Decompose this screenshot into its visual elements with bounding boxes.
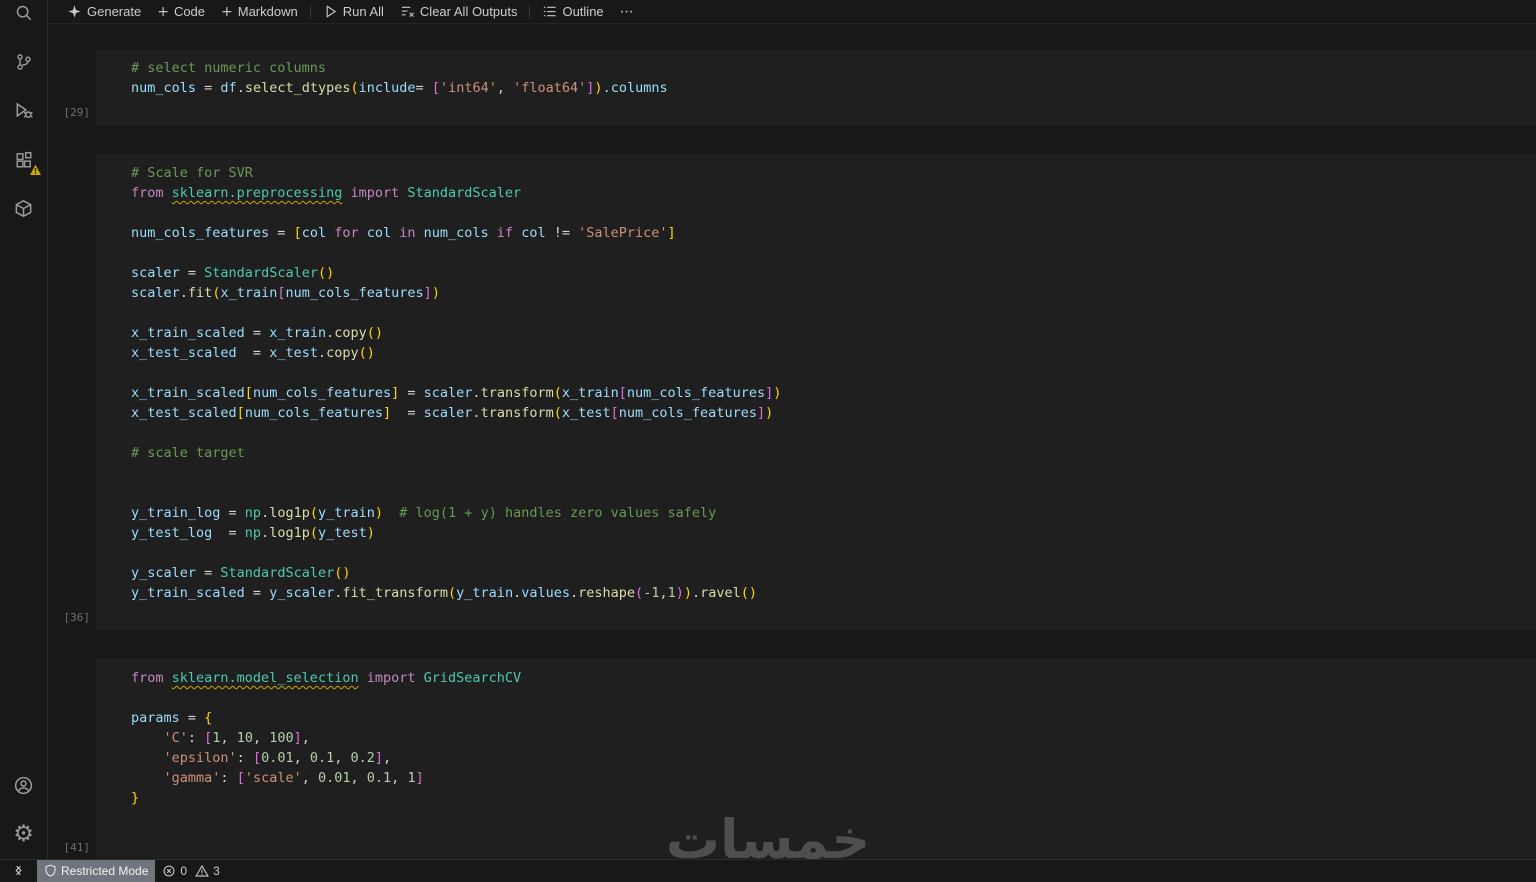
activity-bar: ⚙ [0, 0, 48, 859]
status-bar: Restricted Mode 0 3 [0, 859, 1536, 881]
sidebar-item-run-debug[interactable] [0, 86, 48, 135]
plus-icon: + [157, 5, 169, 19]
remote-icon [11, 863, 26, 878]
notebook-editor: [29] # select numeric columnsnum_cols = … [49, 25, 1536, 859]
execution-count: [41] [54, 841, 90, 854]
add-code-button[interactable]: + Code [149, 1, 213, 23]
run-debug-icon [14, 101, 33, 120]
restricted-mode-label: Restricted Mode [61, 864, 148, 878]
warnings-count: 3 [213, 864, 220, 878]
cell-code-editor[interactable]: from sklearn.model_selection import Grid… [131, 668, 1520, 808]
execution-count: [29] [54, 106, 90, 119]
plus-icon: + [221, 5, 233, 19]
remote-indicator[interactable] [4, 860, 33, 882]
problems-indicator[interactable]: 0 3 [155, 860, 230, 882]
errors-count: 0 [180, 864, 187, 878]
run-all-label: Run All [343, 4, 384, 19]
error-icon [162, 864, 176, 878]
sidebar-item-package[interactable] [0, 184, 48, 233]
generate-button[interactable]: Generate [59, 1, 149, 23]
notebook-cell[interactable]: [29] # select numeric columnsnum_cols = … [96, 49, 1536, 125]
search-icon [15, 4, 33, 22]
source-control-icon [15, 53, 33, 71]
more-icon: ⋯ [620, 5, 634, 19]
cell-code-editor[interactable]: # Scale for SVRfrom sklearn.preprocessin… [131, 163, 1520, 603]
sidebar-item-account[interactable] [0, 761, 48, 810]
package-cube-icon [14, 199, 33, 218]
notebook-toolbar: Generate + Code + Markdown Run All Clear… [49, 0, 1536, 24]
add-markdown-label: Markdown [238, 4, 298, 19]
outline-button[interactable]: Outline [534, 1, 611, 23]
sidebar-item-extensions[interactable] [0, 135, 48, 184]
more-actions-button[interactable]: ⋯ [612, 1, 642, 23]
sidebar-item-search[interactable] [0, 0, 48, 37]
add-code-label: Code [174, 4, 205, 19]
sidebar-item-source-control[interactable] [0, 37, 48, 86]
sidebar-item-settings[interactable]: ⚙ [0, 810, 48, 859]
account-icon [14, 776, 33, 795]
notebook-cell[interactable]: [36] # Scale for SVRfrom sklearn.preproc… [96, 154, 1536, 630]
toolbar-separator [310, 5, 311, 19]
execution-count: [36] [54, 611, 90, 624]
add-markdown-button[interactable]: + Markdown [213, 1, 306, 23]
toolbar-separator [529, 5, 530, 19]
gear-icon: ⚙ [13, 823, 34, 846]
run-all-button[interactable]: Run All [315, 1, 392, 23]
warning-badge-icon [29, 164, 42, 176]
restricted-mode-badge[interactable]: Restricted Mode [37, 860, 155, 882]
clear-all-outputs-button[interactable]: Clear All Outputs [392, 1, 526, 23]
sparkle-icon [67, 4, 82, 19]
outline-label: Outline [562, 4, 603, 19]
generate-label: Generate [87, 4, 141, 19]
clear-all-outputs-icon [400, 4, 415, 19]
run-all-icon [323, 4, 338, 19]
warning-icon [195, 864, 209, 878]
clear-all-outputs-label: Clear All Outputs [420, 4, 518, 19]
shield-icon [44, 864, 57, 877]
outline-list-icon [542, 4, 557, 19]
cell-code-editor[interactable]: # select numeric columnsnum_cols = df.se… [131, 58, 1520, 98]
